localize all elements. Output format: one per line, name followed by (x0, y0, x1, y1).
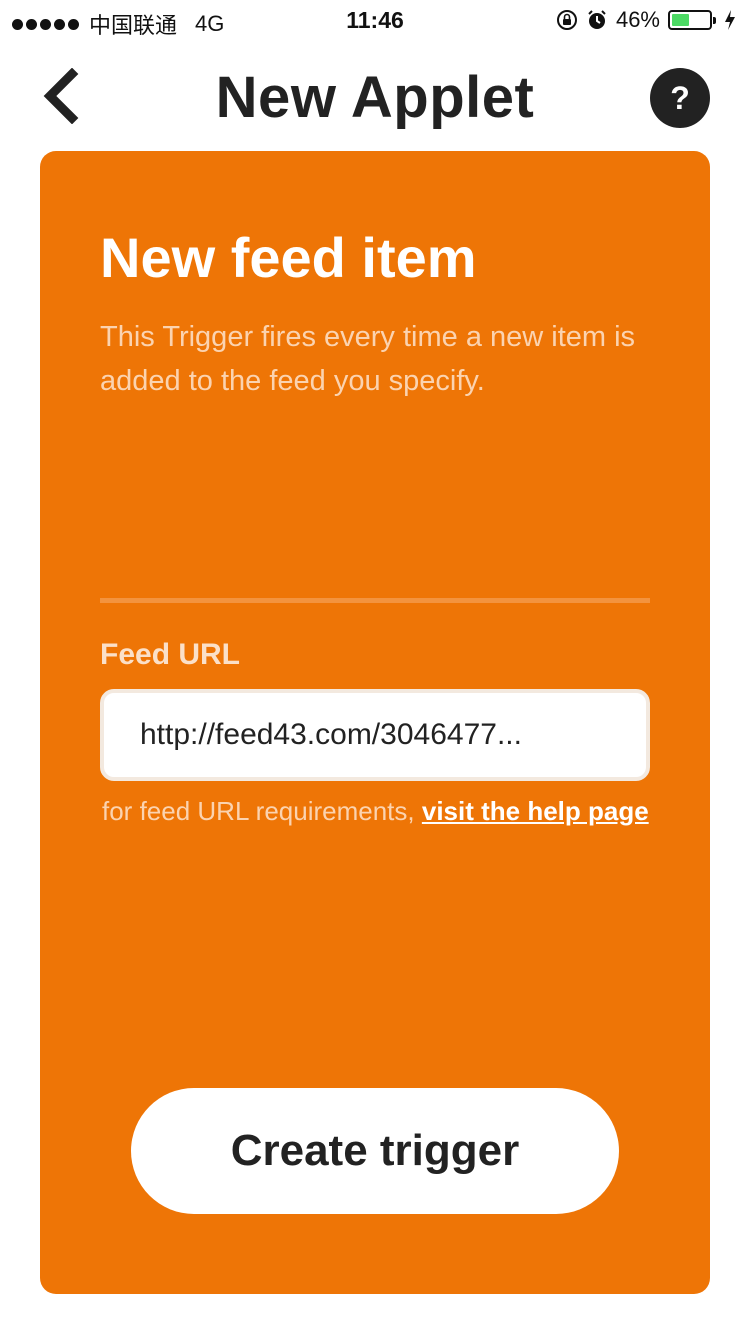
battery-fill (672, 14, 689, 26)
divider (100, 598, 650, 603)
feed-url-input[interactable] (100, 689, 650, 781)
status-bar-right: 46% (556, 7, 736, 33)
battery-percent: 46% (615, 7, 660, 32)
help-page-link[interactable]: visit the help page (422, 796, 649, 826)
battery-icon (668, 10, 716, 30)
helper-text: for feed URL requirements, visit the hel… (102, 791, 652, 831)
create-trigger-button[interactable]: Create trigger (131, 1088, 619, 1214)
status-bar: 中国联通 4G 11:46 46% (0, 0, 750, 40)
trigger-description: This Trigger fires every time a new item… (100, 321, 636, 397)
help-button[interactable]: ? (650, 68, 710, 128)
trigger-card: New feed item This Trigger fires every t… (40, 151, 710, 1294)
question-mark-icon: ? (670, 79, 690, 116)
page-title: New Applet (215, 65, 535, 130)
nav-header: New Applet ? (0, 50, 750, 150)
trigger-title: New feed item (100, 226, 477, 289)
alarm-icon (588, 10, 606, 29)
charging-bolt-icon (725, 10, 735, 30)
feed-url-label: Feed URL (100, 638, 241, 671)
rotation-lock-icon (556, 10, 577, 30)
helper-text-prefix: for feed URL requirements, (102, 796, 422, 826)
